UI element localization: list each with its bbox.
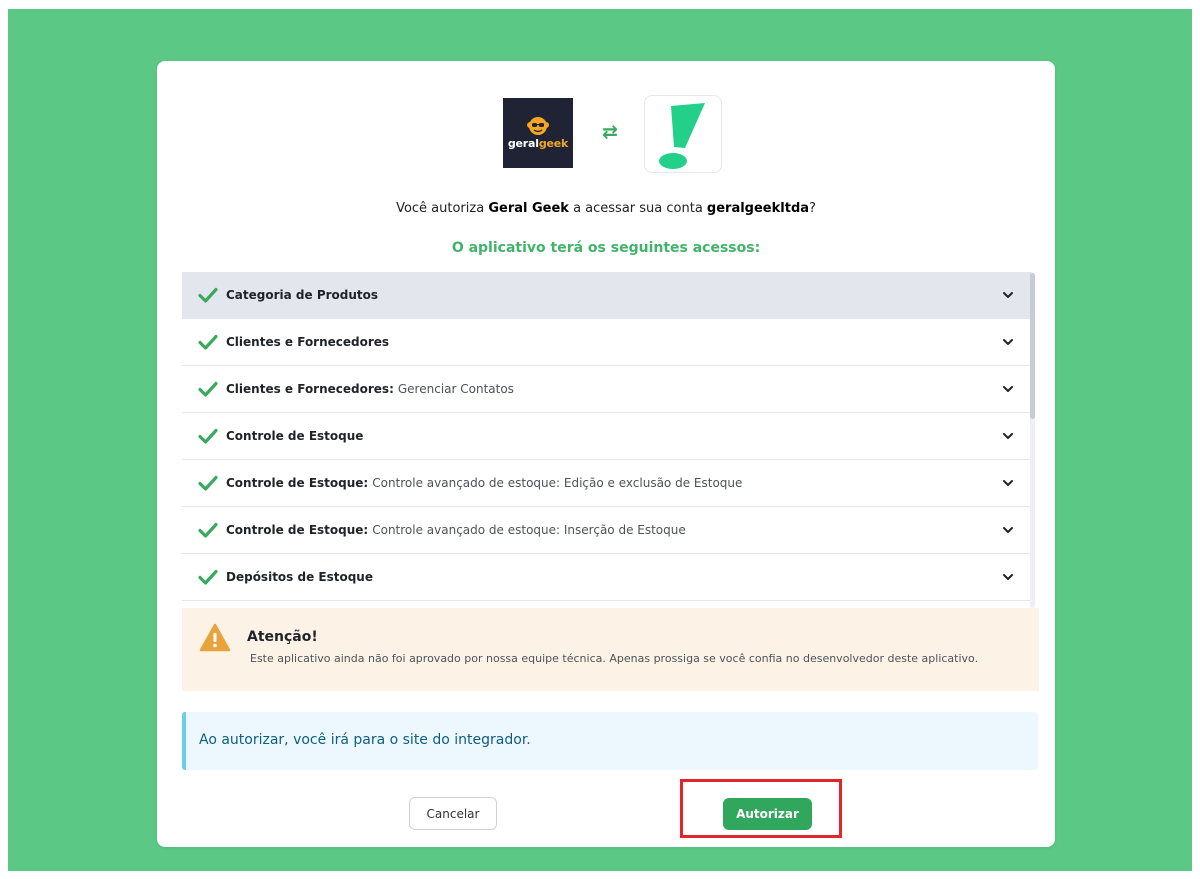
check-icon [198,381,218,397]
question-suffix: ? [809,201,816,216]
permissions-list[interactable]: Categoria de Produtos Clientes e Forneced… [182,272,1032,608]
permission-detail: Controle avançado de estoque: Inserção d… [372,523,686,537]
permission-item[interactable]: Clientes e Fornecedores: Gerenciar Contat… [182,366,1032,413]
warning-title: Atenção! [247,629,318,645]
monkey-mascot-icon [527,117,549,135]
warning-text: Este aplicativo ainda não foi aprovado p… [250,652,979,665]
check-icon [198,475,218,491]
check-icon [198,428,218,444]
permission-name: Controle de Estoque [226,429,364,443]
account-name: geralgeekltda [706,201,810,216]
permission-name: Categoria de Produtos [226,288,379,302]
permission-name: Depósitos de Estoque [226,570,373,584]
geralgeek-wordmark: geralgeek [508,138,568,150]
chevron-down-icon[interactable] [1002,383,1014,395]
warning-triangle-icon [199,623,231,652]
permission-item[interactable]: Depósitos de Estoque [182,554,1032,601]
scrollbar-thumb[interactable] [1030,273,1035,419]
warning-alert: Atenção! Este aplicativo ainda não foi a… [182,608,1039,691]
logo-row: geralgeek ⇄ [157,95,1055,175]
chevron-down-icon[interactable] [1002,524,1014,536]
permission-name: Clientes e Fornecedores: [226,382,394,396]
question-prefix: Você autoriza [396,201,489,216]
permission-name: Controle de Estoque: [226,523,369,537]
wordmark-part-1: geral [507,137,539,150]
permission-item[interactable]: Clientes e Fornecedores [182,319,1032,366]
check-icon [198,569,218,585]
permission-item[interactable]: Controle de Estoque [182,413,1032,460]
permission-detail: Gerenciar Contatos [397,382,514,396]
question-middle: a acessar sua conta [568,201,707,216]
exclamation-logo-icon [659,103,705,169]
check-icon [198,334,218,350]
permissions-heading: O aplicativo terá os seguintes acessos: [451,240,761,256]
info-alert: Ao autorizar, você irá para o site do in… [182,712,1038,770]
chevron-down-icon[interactable] [1002,289,1014,301]
permission-detail: Controle avançado de estoque: Edição e e… [372,476,743,490]
chevron-down-icon[interactable] [1002,571,1014,583]
permission-item[interactable]: Controle de Estoque: Controle avançado de… [182,507,1032,554]
swap-arrows-icon: ⇄ [602,121,618,143]
authorization-question: Você autoriza Geral Geek a acessar sua c… [157,201,1055,216]
cancel-button[interactable]: Cancelar [409,797,497,830]
permission-name: Controle de Estoque: [226,476,369,490]
bling-logo [644,95,722,173]
page-background: geralgeek ⇄ Você autoriza Geral Geek a a… [8,9,1192,871]
info-text: Ao autorizar, você irá para o site do in… [199,732,531,748]
chevron-down-icon[interactable] [1002,430,1014,442]
permission-item[interactable]: Categoria de Produtos [182,272,1032,319]
permissions-scrollbar[interactable] [1030,273,1035,608]
authorization-card: geralgeek ⇄ Você autoriza Geral Geek a a… [157,61,1055,847]
chevron-down-icon[interactable] [1002,336,1014,348]
check-icon [198,287,218,303]
wordmark-part-2: geek [538,137,569,150]
authorize-button[interactable]: Autorizar [723,798,812,830]
app-name: Geral Geek [488,201,569,216]
permission-name: Clientes e Fornecedores [226,335,390,349]
check-icon [198,522,218,538]
chevron-down-icon[interactable] [1002,477,1014,489]
geralgeek-logo: geralgeek [503,98,573,168]
permission-item[interactable]: Controle de Estoque: Controle avançado de… [182,460,1032,507]
